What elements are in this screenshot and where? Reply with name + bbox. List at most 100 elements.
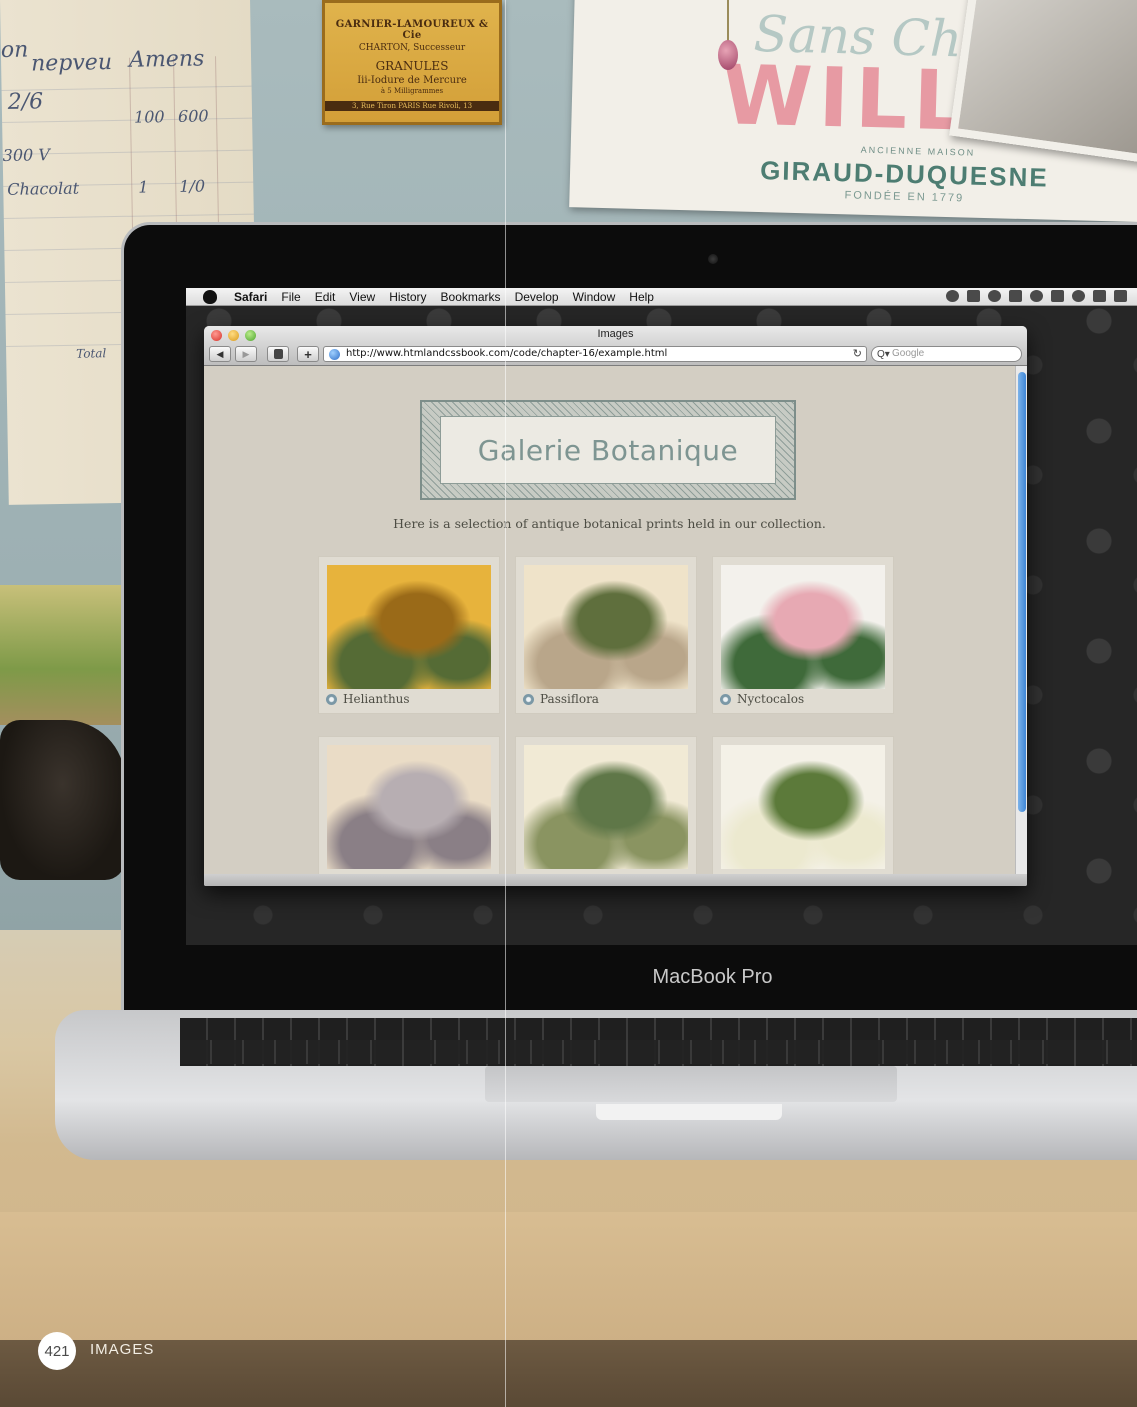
illustrated-card	[0, 585, 125, 725]
sync-icon[interactable]	[1030, 290, 1043, 302]
gallery-item[interactable]	[515, 736, 697, 874]
botanical-image[interactable]	[524, 745, 688, 869]
page-number: 421	[38, 1332, 76, 1370]
lid-notch	[596, 1104, 782, 1120]
flower-icon	[326, 693, 337, 705]
forward-button[interactable]: ▶	[235, 346, 257, 362]
intro-text: Here is a selection of antique botanical…	[393, 516, 826, 531]
label-text: 3, Rue Tiron PARIS Rue Rivoli, 13	[325, 101, 499, 111]
gallery-caption: Helianthus	[326, 692, 410, 706]
dropbox-icon[interactable]	[946, 290, 959, 302]
menu-help[interactable]: Help	[622, 290, 661, 304]
desk-edge	[0, 1212, 1137, 1342]
display-icon[interactable]	[1009, 290, 1022, 302]
botanical-image[interactable]	[327, 745, 491, 869]
input-menu-icon[interactable]	[1093, 290, 1106, 302]
ledger-text: 300 V	[2, 145, 51, 165]
apple-icon[interactable]	[203, 289, 217, 304]
vintage-photo	[949, 0, 1137, 164]
address-bar[interactable]: http://www.htmlandcssbook.com/code/chapt…	[323, 346, 867, 362]
menu-develop[interactable]: Develop	[508, 290, 566, 304]
caption-text: Passiflora	[540, 692, 599, 706]
reload-icon[interactable]: ↻	[853, 347, 862, 361]
pin-icon	[718, 40, 738, 70]
time-machine-icon[interactable]	[988, 290, 1001, 302]
back-button[interactable]: ◀	[209, 346, 231, 362]
ledger-text: 100	[133, 107, 165, 127]
ledger-text: 1	[138, 177, 149, 197]
caption-text: Nyctocalos	[737, 692, 805, 706]
add-bookmark-button[interactable]: +	[297, 346, 319, 362]
globe-icon	[329, 349, 340, 360]
section-title: IMAGES	[90, 1341, 155, 1358]
gallery-item[interactable]: Passiflora	[515, 556, 697, 714]
ledger-text: nepveu	[30, 50, 113, 77]
gallery-item[interactable]: Helianthus	[318, 556, 500, 714]
menu-bookmarks[interactable]: Bookmarks	[434, 290, 508, 304]
botanical-image[interactable]	[524, 565, 688, 689]
botanical-image[interactable]	[721, 745, 885, 869]
keyboard-row	[180, 1040, 1137, 1064]
label-text: à 5 Milligrammes	[380, 87, 444, 95]
vertical-scrollbar[interactable]	[1015, 366, 1027, 874]
label-text: Iii-Iodure de Mercure	[357, 75, 467, 86]
ledger-text: Total	[76, 346, 107, 361]
label-text: GARNIER-LAMOUREUX & Cie	[335, 19, 489, 41]
toolbar: ◀ ▶ + http://www.htmlandcssbook.com/code…	[209, 345, 1022, 363]
screen: Safari File Edit View History Bookmarks …	[186, 288, 1137, 945]
evernote-icon[interactable]	[967, 290, 980, 302]
flower-icon	[523, 693, 534, 705]
poster-date: FONDÉE EN 1779	[844, 189, 965, 205]
menu-bar: Safari File Edit View History Bookmarks …	[186, 288, 1137, 306]
bluetooth-icon[interactable]	[1051, 290, 1064, 302]
bookmark-add-button[interactable]	[267, 346, 289, 362]
flower-icon	[720, 693, 731, 705]
window-title: Images	[597, 328, 634, 340]
trackpad	[485, 1066, 897, 1102]
search-icon: Q▾	[877, 349, 890, 360]
address-bar-url: http://www.htmlandcssbook.com/code/chapt…	[346, 348, 668, 359]
ledger-text: on	[0, 37, 29, 63]
gallery-item[interactable]	[712, 736, 894, 874]
caption-text: Helianthus	[343, 692, 410, 706]
ledger-text: 2/6	[7, 89, 44, 115]
scroll-thumb[interactable]	[1018, 372, 1026, 812]
gallery-item[interactable]: Nyctocalos	[712, 556, 894, 714]
status-icons	[946, 290, 1127, 302]
status-bar	[204, 874, 1027, 886]
volume-icon[interactable]	[1114, 290, 1127, 302]
label-text: GRANULES	[375, 59, 449, 73]
search-placeholder: Google	[892, 348, 925, 359]
poster-name: GIRAUD-DUQUESNE	[759, 155, 1050, 193]
page-title: Galerie Botanique	[477, 433, 739, 467]
page-content: Galerie Botanique Here is a selection of…	[204, 366, 1015, 874]
desk-bottom	[0, 1340, 1137, 1407]
dog-figurine	[0, 720, 125, 880]
gallery-caption: Passiflora	[523, 692, 599, 706]
menu-view[interactable]: View	[342, 290, 382, 304]
heading-frame: Galerie Botanique	[420, 400, 796, 500]
browser-window: Images ◀ ▶ + http://www.htmlandcssbook.c…	[204, 326, 1027, 886]
ledger-text: Chacolat	[7, 178, 80, 199]
botanical-image[interactable]	[327, 565, 491, 689]
menu-edit[interactable]: Edit	[308, 290, 343, 304]
botanical-image[interactable]	[721, 565, 885, 689]
camera-icon	[708, 254, 718, 264]
ledger-text: 600	[177, 106, 209, 126]
menu-file[interactable]: File	[274, 290, 307, 304]
search-input[interactable]: Q▾ Google	[871, 346, 1022, 362]
title-bar: Images ◀ ▶ + http://www.htmlandcssbook.c…	[204, 326, 1027, 366]
pharmacy-label: GARNIER-LAMOUREUX & Cie CHARTON, Success…	[322, 0, 502, 125]
menu-window[interactable]: Window	[566, 290, 623, 304]
wifi-icon[interactable]	[1072, 290, 1085, 302]
heading-panel: Galerie Botanique	[440, 416, 776, 484]
poster-small-text: ANCIENNE MAISON	[860, 144, 976, 158]
evernote-clip-icon	[273, 349, 283, 359]
pin-chain	[727, 0, 729, 45]
menu-history[interactable]: History	[382, 290, 433, 304]
menu-app[interactable]: Safari	[227, 290, 274, 304]
page-gutter	[505, 0, 506, 1407]
label-text: CHARTON, Successeur	[358, 43, 466, 53]
gallery-item[interactable]	[318, 736, 500, 874]
gallery-caption: Nyctocalos	[720, 692, 804, 706]
